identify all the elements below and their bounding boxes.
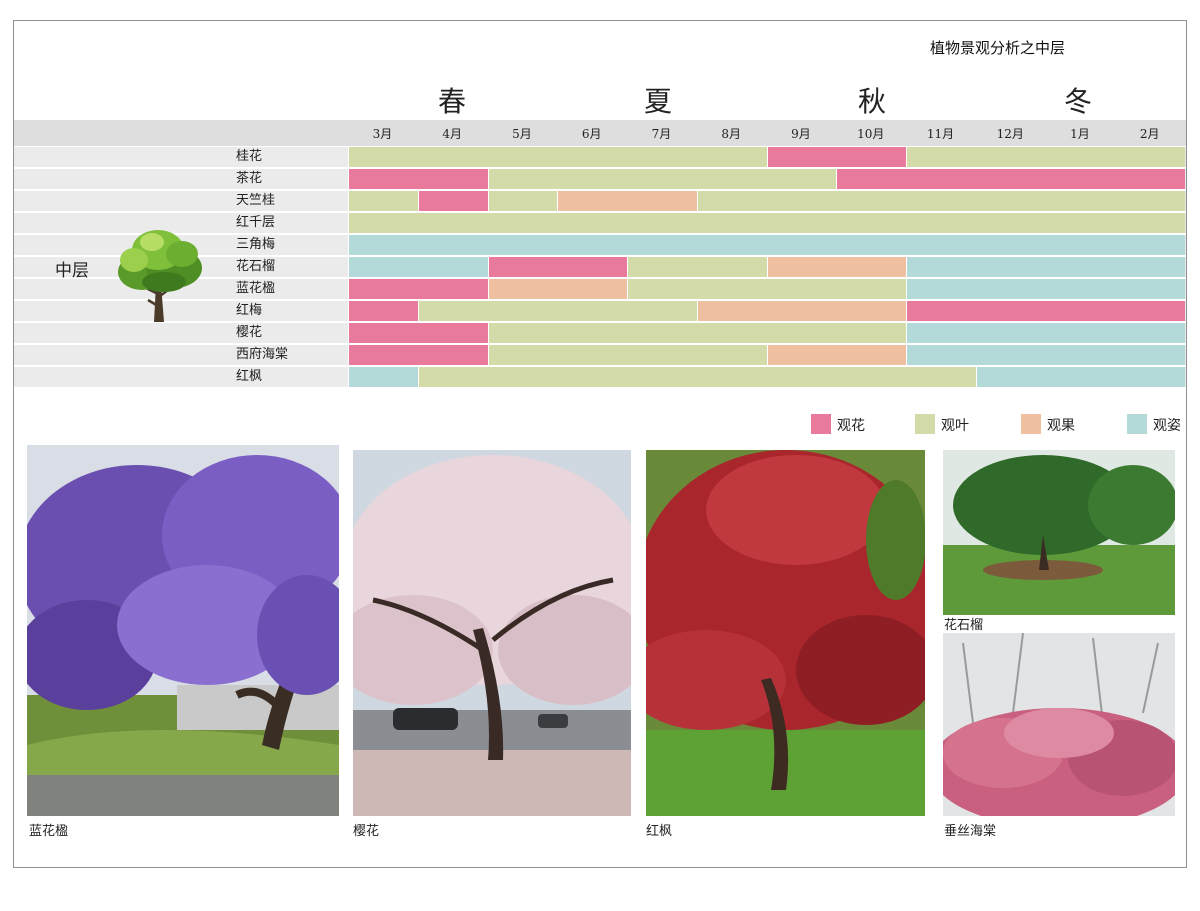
tree-icon [112,224,207,324]
photo-begonia [943,633,1175,816]
season-spring: 春 [437,85,466,118]
season-autumn: 秋 [857,85,886,118]
season-summer: 夏 [643,85,672,118]
plant-label: 茶花 [236,171,263,186]
plant-label: 三角梅 [236,237,276,252]
row-band [14,345,1186,365]
layer-label: 中层 [55,261,89,281]
row-band [14,367,1186,387]
plant-label: 西府海棠 [236,347,289,362]
month-label: 6月 [581,127,602,141]
legend-swatch-flower [811,414,831,434]
photo-pomegranate [943,450,1175,615]
row-band [14,323,1186,343]
plant-label: 桂花 [236,149,263,164]
legend-swatch-form [1127,414,1147,434]
plant-label: 蓝花楹 [236,281,276,296]
plant-label: 天竺桂 [236,193,276,208]
month-label: 12月 [996,127,1024,141]
photo-jacaranda [27,445,339,816]
plant-label: 樱花 [236,325,263,340]
caption-pomegranate: 花石榴 [944,618,984,633]
plant-label: 花石榴 [236,259,276,274]
month-label: 4月 [442,127,463,141]
caption-jacaranda: 蓝花楹 [29,824,69,839]
caption-red-maple: 红枫 [646,824,673,839]
legend-label-flower: 观花 [837,418,865,434]
month-label: 10月 [857,127,885,141]
month-label: 2月 [1139,127,1160,141]
legend-label-fruit: 观果 [1047,418,1075,434]
month-label: 11月 [926,127,955,141]
month-label: 9月 [791,127,811,141]
legend-label-leaf: 观叶 [941,418,969,434]
page-title: 植物景观分析之中层 [930,39,1066,57]
month-label: 7月 [651,127,672,141]
season-winter: 冬 [1063,85,1092,118]
month-label: 1月 [1070,127,1090,141]
row-band [14,191,1186,211]
legend-label-form: 观姿 [1153,418,1181,434]
photo-red-maple [646,450,925,816]
photo-cherry [353,450,631,816]
month-label: 3月 [372,127,393,141]
caption-begonia: 垂丝海棠 [944,824,997,839]
legend-swatch-leaf [915,414,935,434]
row-band [14,169,1186,189]
caption-cherry: 樱花 [353,824,380,839]
plant-label: 红梅 [236,303,263,318]
month-label: 8月 [721,127,742,141]
plant-label: 红枫 [236,369,263,384]
plant-label: 红千层 [236,215,276,230]
row-band [14,147,1186,167]
legend-swatch-fruit [1021,414,1041,434]
month-label: 5月 [512,127,532,141]
